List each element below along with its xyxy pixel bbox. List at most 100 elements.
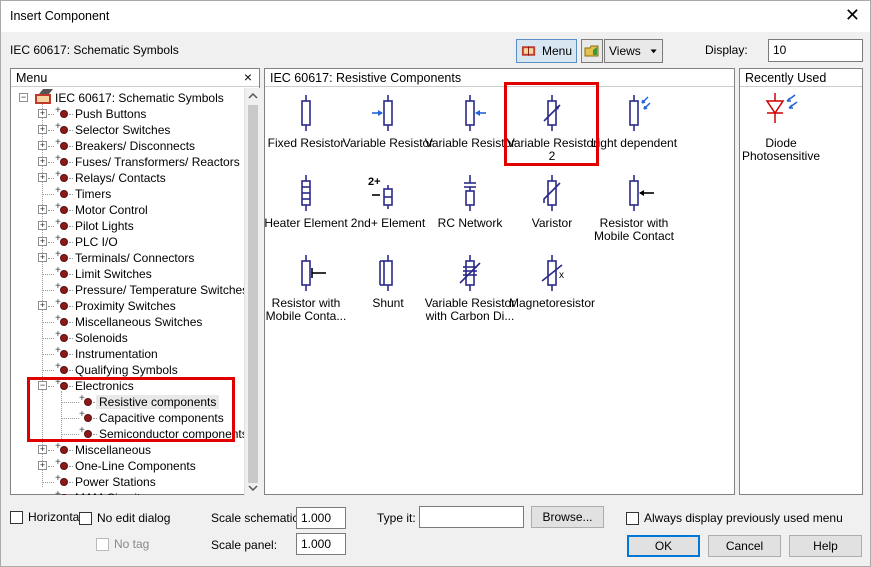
component-label: Resistor with Mobile Conta... xyxy=(265,296,347,323)
shunt-symbol-icon xyxy=(379,255,393,291)
component-label: Heater Element xyxy=(264,216,348,230)
scroll-up-icon[interactable] xyxy=(248,92,258,100)
second-element-symbol-icon: 2+ xyxy=(368,176,393,209)
component-node-icon: + xyxy=(55,201,69,215)
components-panel-title: IEC 60617: Resistive Components xyxy=(270,71,462,85)
component-node-icon: + xyxy=(55,345,69,359)
folder-view-button[interactable] xyxy=(581,39,603,63)
tree-item-label: Pilot Lights xyxy=(75,219,134,233)
expand-icon[interactable]: + xyxy=(38,109,47,118)
resistor-mobile-contact-b-symbol-icon xyxy=(301,255,326,291)
library-book-icon xyxy=(35,89,53,104)
expand-icon[interactable]: + xyxy=(38,461,47,470)
component-node-icon: + xyxy=(55,361,69,375)
title-bar: Insert Component ✕ xyxy=(1,1,870,32)
component-node-icon: + xyxy=(55,441,69,455)
close-window-button[interactable]: ✕ xyxy=(845,5,860,25)
menu-panel-title: Menu xyxy=(16,71,48,85)
tree-item-label: Pressure/ Temperature Switches xyxy=(75,283,244,297)
component-node-icon: + xyxy=(55,137,69,151)
expand-icon[interactable]: + xyxy=(38,125,47,134)
expand-icon[interactable]: + xyxy=(38,301,47,310)
type-it-input[interactable] xyxy=(419,506,524,528)
expand-icon[interactable]: + xyxy=(38,157,47,166)
recently-used-panel: Recently Used Diode Photosensitive xyxy=(739,68,863,495)
menu-toggle-button[interactable]: Menu xyxy=(516,39,577,63)
fixed-resistor-symbol-icon xyxy=(301,95,311,131)
help-button[interactable]: Help xyxy=(789,535,862,557)
tree-item-label: Push Buttons xyxy=(75,107,147,121)
component-node-icon: + xyxy=(55,217,69,231)
tree-item-label: Breakers/ Disconnects xyxy=(75,139,196,153)
expand-icon[interactable]: + xyxy=(38,445,47,454)
horizontal-checkbox[interactable]: Horizontal xyxy=(10,510,82,524)
component-label: Magnetoresistor xyxy=(508,296,596,310)
menu-button-label: Menu xyxy=(541,44,572,58)
cancel-button[interactable]: Cancel xyxy=(708,535,781,557)
close-menu-panel-button[interactable]: × xyxy=(244,69,252,85)
tree-item-label: Timers xyxy=(75,187,112,201)
chevron-down-icon xyxy=(650,49,657,54)
tree-item-label: Terminals/ Connectors xyxy=(75,251,195,265)
component-node-icon: + xyxy=(55,121,69,135)
expand-icon[interactable]: + xyxy=(38,253,47,262)
tree-item-label: PLC I/O xyxy=(75,235,118,249)
scale-panel-input[interactable]: 1.000 xyxy=(296,533,346,555)
component-node-icon: + xyxy=(55,153,69,167)
tree-item-label: Limit Switches xyxy=(75,267,152,281)
expand-icon[interactable]: + xyxy=(38,221,47,230)
tree-item-label: Proximity Switches xyxy=(75,299,176,313)
highlight-electronics-group xyxy=(27,377,235,442)
tree-item-label: Power Stations xyxy=(75,475,156,489)
no-tag-checkbox[interactable]: No tag xyxy=(96,537,149,551)
tree-item-label: Solenoids xyxy=(75,331,128,345)
menu-panel-header: Menu × xyxy=(11,69,259,87)
scale-schematic-label: Scale schematic: xyxy=(211,511,302,525)
varistor-symbol-icon xyxy=(543,175,561,211)
component-node-icon: + xyxy=(55,249,69,263)
components-panel: IEC 60617: Resistive Components Fixed Re… xyxy=(264,68,735,495)
ok-button[interactable]: OK xyxy=(627,535,700,557)
component-node-icon: + xyxy=(55,281,69,295)
recently-used-header: Recently Used xyxy=(740,69,862,87)
component-node-icon: + xyxy=(55,169,69,183)
variable-resistor-b-symbol-icon xyxy=(465,95,486,131)
light-dependent-resistor-symbol-icon xyxy=(629,95,651,131)
tree-item-label: Qualifying Symbols xyxy=(75,363,178,377)
component-node-icon: + xyxy=(55,297,69,311)
svg-text:x: x xyxy=(559,270,564,281)
components-panel-header: IEC 60617: Resistive Components xyxy=(265,69,734,87)
variable-resistor-symbol-icon xyxy=(372,95,393,131)
views-dropdown[interactable]: Views xyxy=(604,39,663,63)
component-node-icon: + xyxy=(55,473,69,487)
component-label: Varistor xyxy=(531,216,573,230)
photodiode-symbol-icon xyxy=(765,93,798,123)
collapse-icon[interactable]: − xyxy=(19,93,28,102)
component-label: Shunt xyxy=(372,296,404,310)
always-display-checkbox[interactable]: Always display previously used menu xyxy=(626,511,843,525)
scale-schematic-input[interactable]: 1.000 xyxy=(296,507,346,529)
browse-button[interactable]: Browse... xyxy=(531,506,604,528)
expand-icon[interactable]: + xyxy=(38,141,47,150)
tree-item-label: Relays/ Contacts xyxy=(75,171,166,185)
expand-icon[interactable]: + xyxy=(38,237,47,246)
tree-item-label: Motor Control xyxy=(75,203,148,217)
scroll-down-icon[interactable] xyxy=(248,484,258,492)
expand-icon[interactable]: + xyxy=(38,173,47,182)
window-title: Insert Component xyxy=(10,9,110,23)
tree-item-label: Selector Switches xyxy=(75,123,171,137)
views-label: Views xyxy=(609,44,641,58)
menu-scrollbar[interactable] xyxy=(244,88,260,495)
scrollbar-thumb[interactable] xyxy=(248,105,258,483)
component-node-icon: + xyxy=(55,313,69,327)
component-node-icon: + xyxy=(55,185,69,199)
tree-item-label: Fuses/ Transformers/ Reactors xyxy=(75,155,240,169)
display-count-input[interactable]: 10 xyxy=(768,39,863,62)
rc-network-symbol-icon xyxy=(464,175,476,211)
component-label: Variable Resistor xyxy=(342,136,434,150)
no-edit-dialog-checkbox[interactable]: No edit dialog xyxy=(79,511,170,525)
expand-icon[interactable]: + xyxy=(38,205,47,214)
tree-item-label: MAM Circuits xyxy=(75,491,146,495)
component-label: Fixed Resistor xyxy=(267,136,345,150)
library-name: IEC 60617: Schematic Symbols xyxy=(10,43,179,57)
